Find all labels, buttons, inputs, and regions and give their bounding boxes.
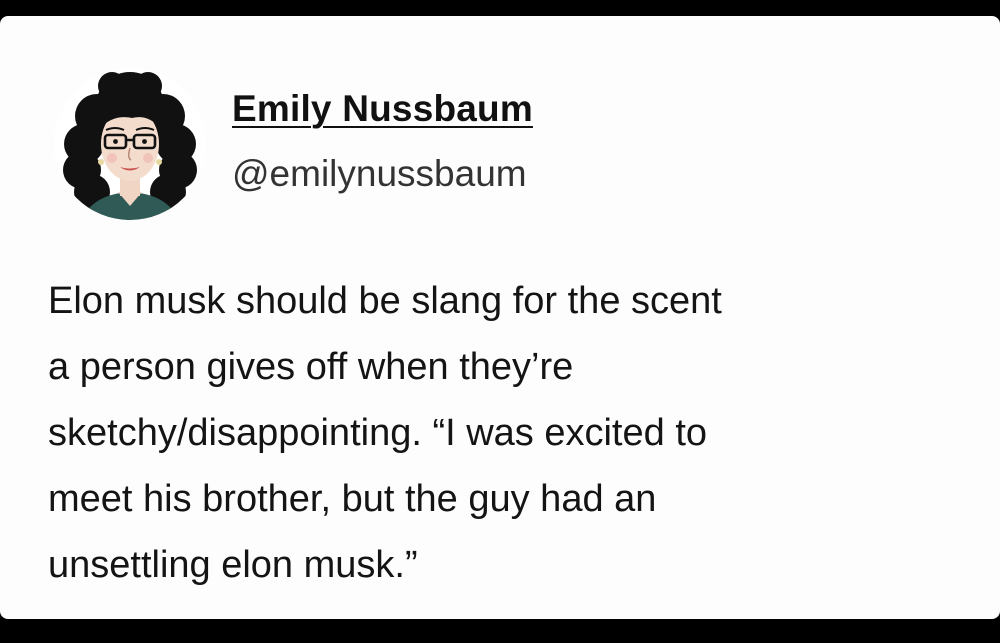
tweet-card: Emily Nussbaum @emilynussbaum Elon musk …: [0, 16, 1000, 619]
tweet-text-line: a person gives off when they’re: [48, 346, 574, 388]
cartoon-portrait-avatar-icon: [54, 68, 206, 220]
tweet-text-line: sketchy/disappointing. “I was excited to: [48, 412, 708, 454]
tweet-text-line: meet his brother, but the guy had an: [48, 478, 657, 520]
author-handle[interactable]: @emilynussbaum: [232, 153, 527, 195]
tweet-text-line: unsettling elon musk.”: [48, 544, 418, 586]
author-display-name[interactable]: Emily Nussbaum: [232, 88, 533, 130]
avatar[interactable]: [52, 66, 208, 222]
tweet-text-line: Elon musk should be slang for the scent: [48, 280, 722, 322]
tweet-text: Elon musk should be slang for the scent …: [48, 268, 968, 598]
